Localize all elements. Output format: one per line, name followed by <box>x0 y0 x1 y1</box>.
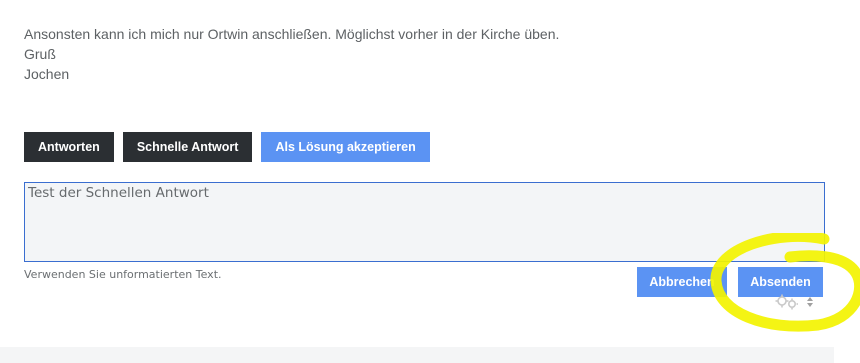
post-line: Gruß <box>24 46 56 62</box>
post-line: Jochen <box>24 66 70 82</box>
accept-solution-button[interactable]: Als Lösung akzeptieren <box>261 132 430 162</box>
footer-strip <box>0 347 834 363</box>
quick-reply-textarea[interactable]: Test der Schnellen Antwort <box>24 182 825 262</box>
post-line: Ansonsten kann ich mich nur Ortwin ansch… <box>24 26 560 42</box>
post-actions: Antworten Schnelle Antwort Als Lösung ak… <box>24 132 439 162</box>
quick-reply-button[interactable]: Schnelle Antwort <box>122 132 253 162</box>
reply-button[interactable]: Antworten <box>24 132 114 162</box>
post-body: Ansonsten kann ich mich nur Ortwin ansch… <box>24 24 559 84</box>
cancel-button[interactable]: Abbrechen <box>637 267 727 297</box>
up-down-arrow-icon[interactable] <box>806 296 814 308</box>
gear-icon[interactable] <box>774 293 800 311</box>
format-hint: Verwenden Sie unformatierten Text. <box>24 268 222 281</box>
